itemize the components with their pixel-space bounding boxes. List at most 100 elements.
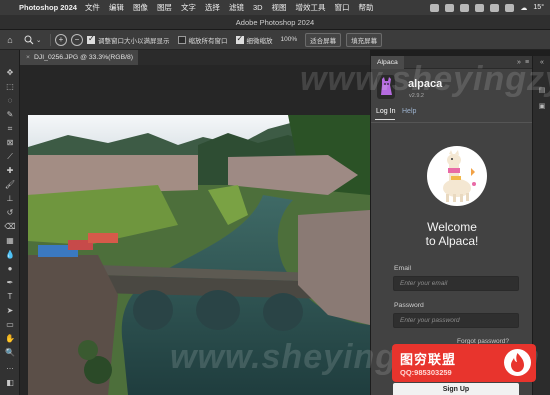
eraser-tool-icon[interactable]: ⌫ — [3, 222, 17, 232]
magnifier-icon — [24, 35, 34, 44]
menu-layer[interactable]: 图层 — [157, 2, 172, 13]
home-icon[interactable]: ⌂ — [0, 35, 20, 45]
sign-up-button[interactable]: Sign Up — [393, 383, 519, 395]
eyedropper-tool-icon[interactable]: ⟋ — [3, 152, 17, 162]
plugin-header: alpaca v2.9.2 — [371, 69, 532, 107]
collapse-panel-icon[interactable]: » — [517, 56, 521, 69]
badge-subtitle: QQ:985303259 — [400, 368, 452, 377]
menu-file[interactable]: 文件 — [85, 2, 100, 13]
resize-windows-checkbox[interactable]: 调整窗口大小以满屏显示 — [87, 34, 170, 45]
checkbox-unchecked[interactable] — [177, 35, 186, 44]
tab-help[interactable]: Help — [402, 108, 416, 115]
more-tools-icon[interactable]: … — [3, 362, 17, 372]
menu-3d[interactable]: 3D — [253, 3, 263, 12]
landscape-photo — [28, 115, 370, 395]
alpaca-mascot-icon — [443, 150, 476, 202]
type-tool-icon[interactable]: T — [3, 292, 17, 302]
badge-title: 图穷联盟 — [400, 352, 457, 367]
checkbox-checked[interactable] — [87, 34, 95, 44]
close-tab-icon[interactable]: × — [26, 54, 30, 61]
zoom-tool-preset[interactable]: ⌄ — [20, 35, 46, 45]
zoom-in-button[interactable]: + — [55, 33, 67, 46]
password-label: Password — [394, 302, 424, 309]
gradient-tool-icon[interactable]: ▦ — [3, 236, 17, 246]
hand-tool-icon[interactable]: ✋ — [3, 334, 17, 344]
menu-edit[interactable]: 编辑 — [109, 2, 124, 13]
panel-icon[interactable]: ▣ — [537, 102, 547, 111]
history-brush-tool-icon[interactable]: ↺ — [3, 208, 17, 218]
lasso-tool-icon[interactable]: ◌ — [3, 96, 17, 106]
alpaca-logo-icon — [377, 75, 395, 99]
collapse-dock-icon[interactable]: « — [537, 59, 547, 68]
tray-icon[interactable] — [505, 3, 515, 12]
wechat-icon[interactable] — [460, 3, 470, 12]
plugin-version: v2.9.2 — [409, 93, 424, 99]
rectangle-tool-icon[interactable]: ▭ — [3, 320, 17, 330]
zoom-out-button[interactable]: − — [71, 33, 83, 46]
healing-brush-tool-icon[interactable]: ✚ — [3, 166, 17, 176]
pen-tool-icon[interactable]: ✒ — [3, 278, 17, 288]
zoom-100-button[interactable]: 100% — [281, 36, 298, 43]
menu-bar: Photoshop 2024 文件 编辑 图像 图层 文字 选择 滤镜 3D 视… — [0, 0, 550, 15]
options-bar: ⌂ ⌄ + − 调整窗口大小以满屏显示 缩放所有窗口 细微缩放 100% 适合屏… — [0, 30, 550, 50]
tab-log-in[interactable]: Log In — [376, 108, 395, 115]
brush-tool-icon[interactable]: 🖌 — [3, 180, 17, 190]
blur-tool-icon[interactable]: 💧 — [3, 250, 17, 260]
menu-select[interactable]: 选择 — [205, 2, 220, 13]
zoom-all-windows-checkbox[interactable]: 缩放所有窗口 — [177, 35, 228, 45]
quick-select-tool-icon[interactable]: ✎ — [3, 110, 17, 120]
divider — [50, 33, 51, 46]
canvas-area[interactable] — [20, 65, 370, 395]
password-field[interactable]: Enter your password — [393, 313, 519, 328]
auth-tabs: Log In Help — [371, 107, 532, 121]
alpaca-illustration — [427, 146, 487, 206]
fit-screen-button[interactable]: 适合屏幕 — [305, 32, 342, 47]
menu-type[interactable]: 文字 — [181, 2, 196, 13]
menu-window[interactable]: 窗口 — [335, 2, 350, 13]
marquee-tool-icon[interactable]: ⬚ — [3, 82, 17, 92]
app-menu[interactable]: Photoshop 2024 — [19, 3, 77, 12]
crop-tool-icon[interactable]: ⌗ — [3, 124, 17, 134]
zoom-all-windows-label: 缩放所有窗口 — [188, 37, 228, 45]
tray-icon[interactable] — [475, 3, 485, 12]
path-select-tool-icon[interactable]: ➤ — [3, 306, 17, 316]
flame-logo-icon — [504, 349, 531, 376]
frame-tool-icon[interactable]: ⊠ — [3, 138, 17, 148]
clone-stamp-tool-icon[interactable]: ⊥ — [3, 194, 17, 204]
divider — [371, 122, 533, 123]
fill-screen-button[interactable]: 填充屏幕 — [346, 32, 383, 47]
alpaca-panel-tab[interactable]: Alpaca — [371, 56, 404, 69]
document-tab-label: DJI_0256.JPG @ 33.3%(RGB/8) — [33, 54, 134, 61]
zoom-tool-icon[interactable]: 🔍 — [3, 348, 17, 358]
panel-menu-icon[interactable]: ≡ — [525, 56, 529, 69]
menu-image[interactable]: 图像 — [133, 2, 148, 13]
tools-panel: ✥ ⬚ ◌ ✎ ⌗ ⊠ ⟋ ✚ 🖌 ⊥ ↺ ⌫ ▦ 💧 ● ✒ T ➤ ▭ ✋ … — [0, 50, 20, 395]
color-swatches-icon[interactable]: ◧ — [3, 378, 17, 388]
tray-icon[interactable] — [490, 3, 500, 12]
tray-icon[interactable] — [445, 3, 455, 12]
scrubby-zoom-checkbox[interactable]: 细微缩放 — [235, 34, 273, 45]
watermark-logo-badge: 图穷联盟 QQ:985303259 — [392, 344, 536, 382]
menu-help[interactable]: 帮助 — [359, 2, 374, 13]
canvas-photo[interactable] — [28, 115, 370, 395]
menu-view[interactable]: 视图 — [272, 2, 287, 13]
email-field[interactable]: Enter your email — [393, 276, 519, 291]
temperature-label: 15° — [533, 4, 544, 11]
welcome-line-2: to Alpaca! — [425, 234, 479, 248]
chevron-down-icon: ⌄ — [36, 36, 42, 44]
document-tab[interactable]: × DJI_0256.JPG @ 33.3%(RGB/8) — [20, 50, 138, 65]
document-tab-row: × DJI_0256.JPG @ 33.3%(RGB/8) — [20, 50, 370, 65]
tray-icon[interactable] — [430, 3, 440, 12]
checkbox-checked[interactable] — [235, 34, 244, 44]
scrubby-zoom-label: 细微缩放 — [246, 37, 273, 45]
move-tool-icon[interactable]: ✥ — [3, 68, 17, 78]
menu-bar-tray: ☁ 15° — [430, 3, 544, 12]
email-label: Email — [394, 265, 411, 272]
menu-plugins[interactable]: 增效工具 — [296, 2, 326, 13]
resize-windows-label: 调整窗口大小以满屏显示 — [98, 37, 170, 45]
panel-icon[interactable]: ▤ — [537, 86, 547, 95]
menu-filter[interactable]: 滤镜 — [229, 2, 244, 13]
weather-icon[interactable]: ☁ — [520, 4, 527, 12]
dodge-tool-icon[interactable]: ● — [3, 264, 17, 274]
active-tab-underline — [375, 119, 395, 120]
